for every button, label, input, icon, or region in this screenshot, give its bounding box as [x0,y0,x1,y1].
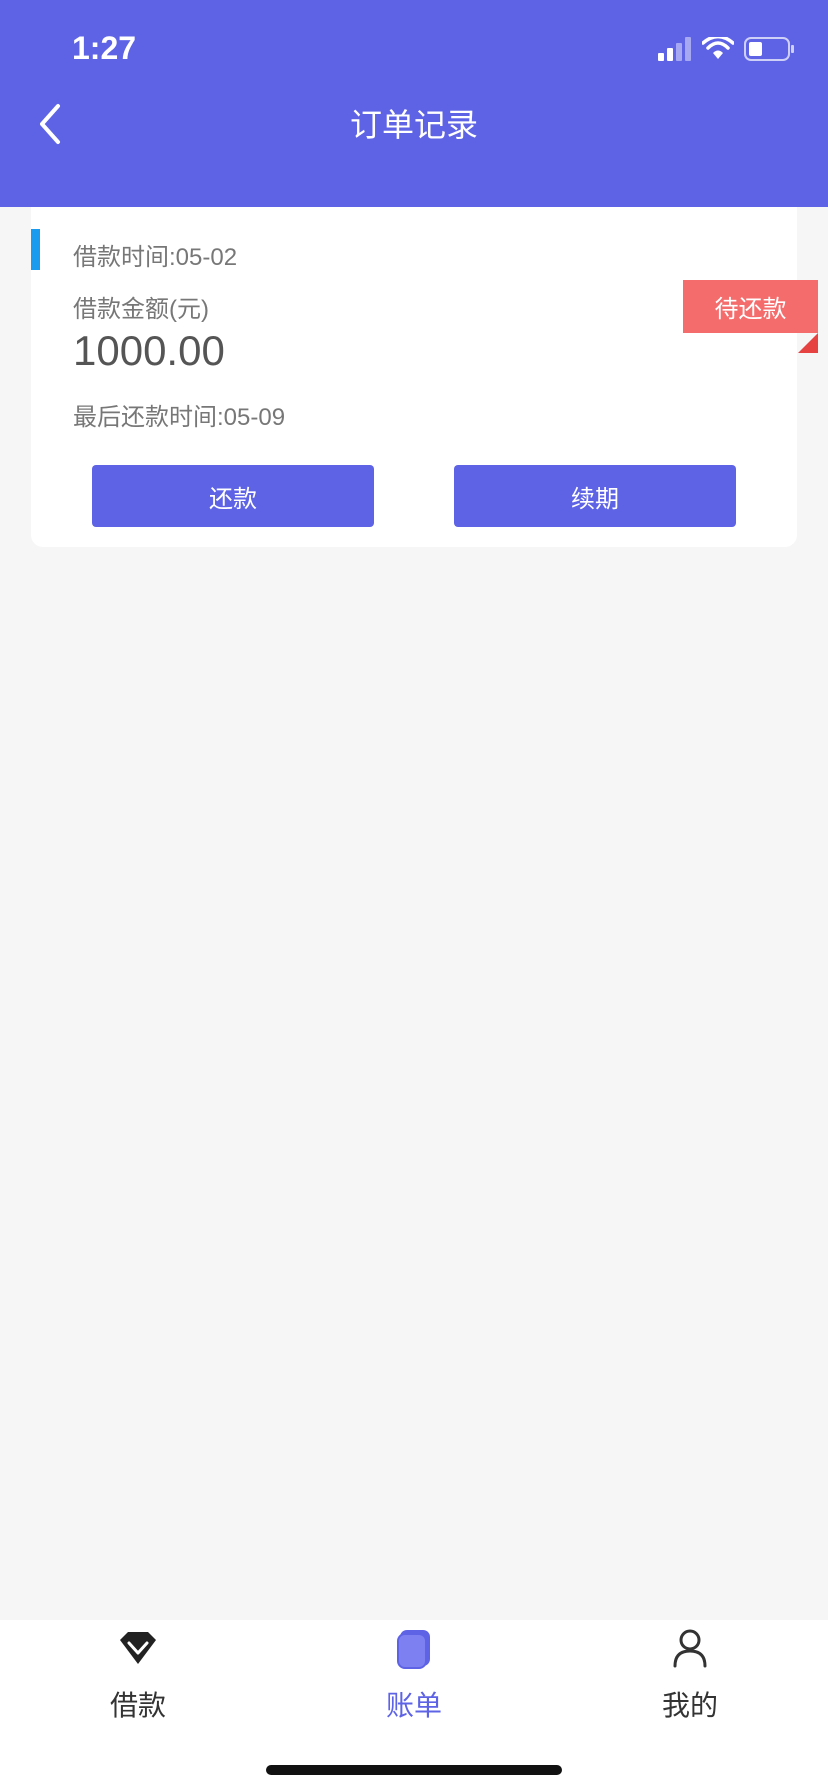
tab-borrow[interactable]: 借款 [68,1626,208,1736]
tab-borrow-label: 借款 [109,1690,166,1721]
signal-icon [658,37,691,61]
bill-icon [397,1630,430,1669]
wifi-icon [702,37,734,59]
diamond-icon [120,1632,156,1664]
tab-bill[interactable]: 账单 [344,1626,484,1736]
user-icon [673,1629,707,1668]
card-accent-bar [31,229,40,270]
header-bar: 1:27 订单记录 [0,0,828,207]
home-indicator [266,1765,562,1775]
loan-time: 借款时间:05-02 [73,244,238,271]
renew-button[interactable]: 续期 [454,465,736,527]
status-icons [658,36,796,62]
repay-button[interactable]: 还款 [92,465,374,527]
status-badge-fold [798,333,818,353]
battery-icon [744,37,794,61]
tab-bill-label: 账单 [385,1690,442,1721]
status-time: 1:27 [72,30,137,66]
tab-mine-label: 我的 [661,1690,718,1721]
loan-amount-label: 借款金额(元) [73,296,209,323]
tab-mine[interactable]: 我的 [620,1626,760,1736]
status-badge: 待还款 [683,280,818,333]
order-card: 借款时间:05-02 借款金额(元) 1000.00 最后还款时间:05-09 … [31,207,797,547]
loan-amount-value: 1000.00 [73,327,225,374]
last-repay-time: 最后还款时间:05-09 [73,404,286,431]
page-title: 订单记录 [349,107,478,143]
